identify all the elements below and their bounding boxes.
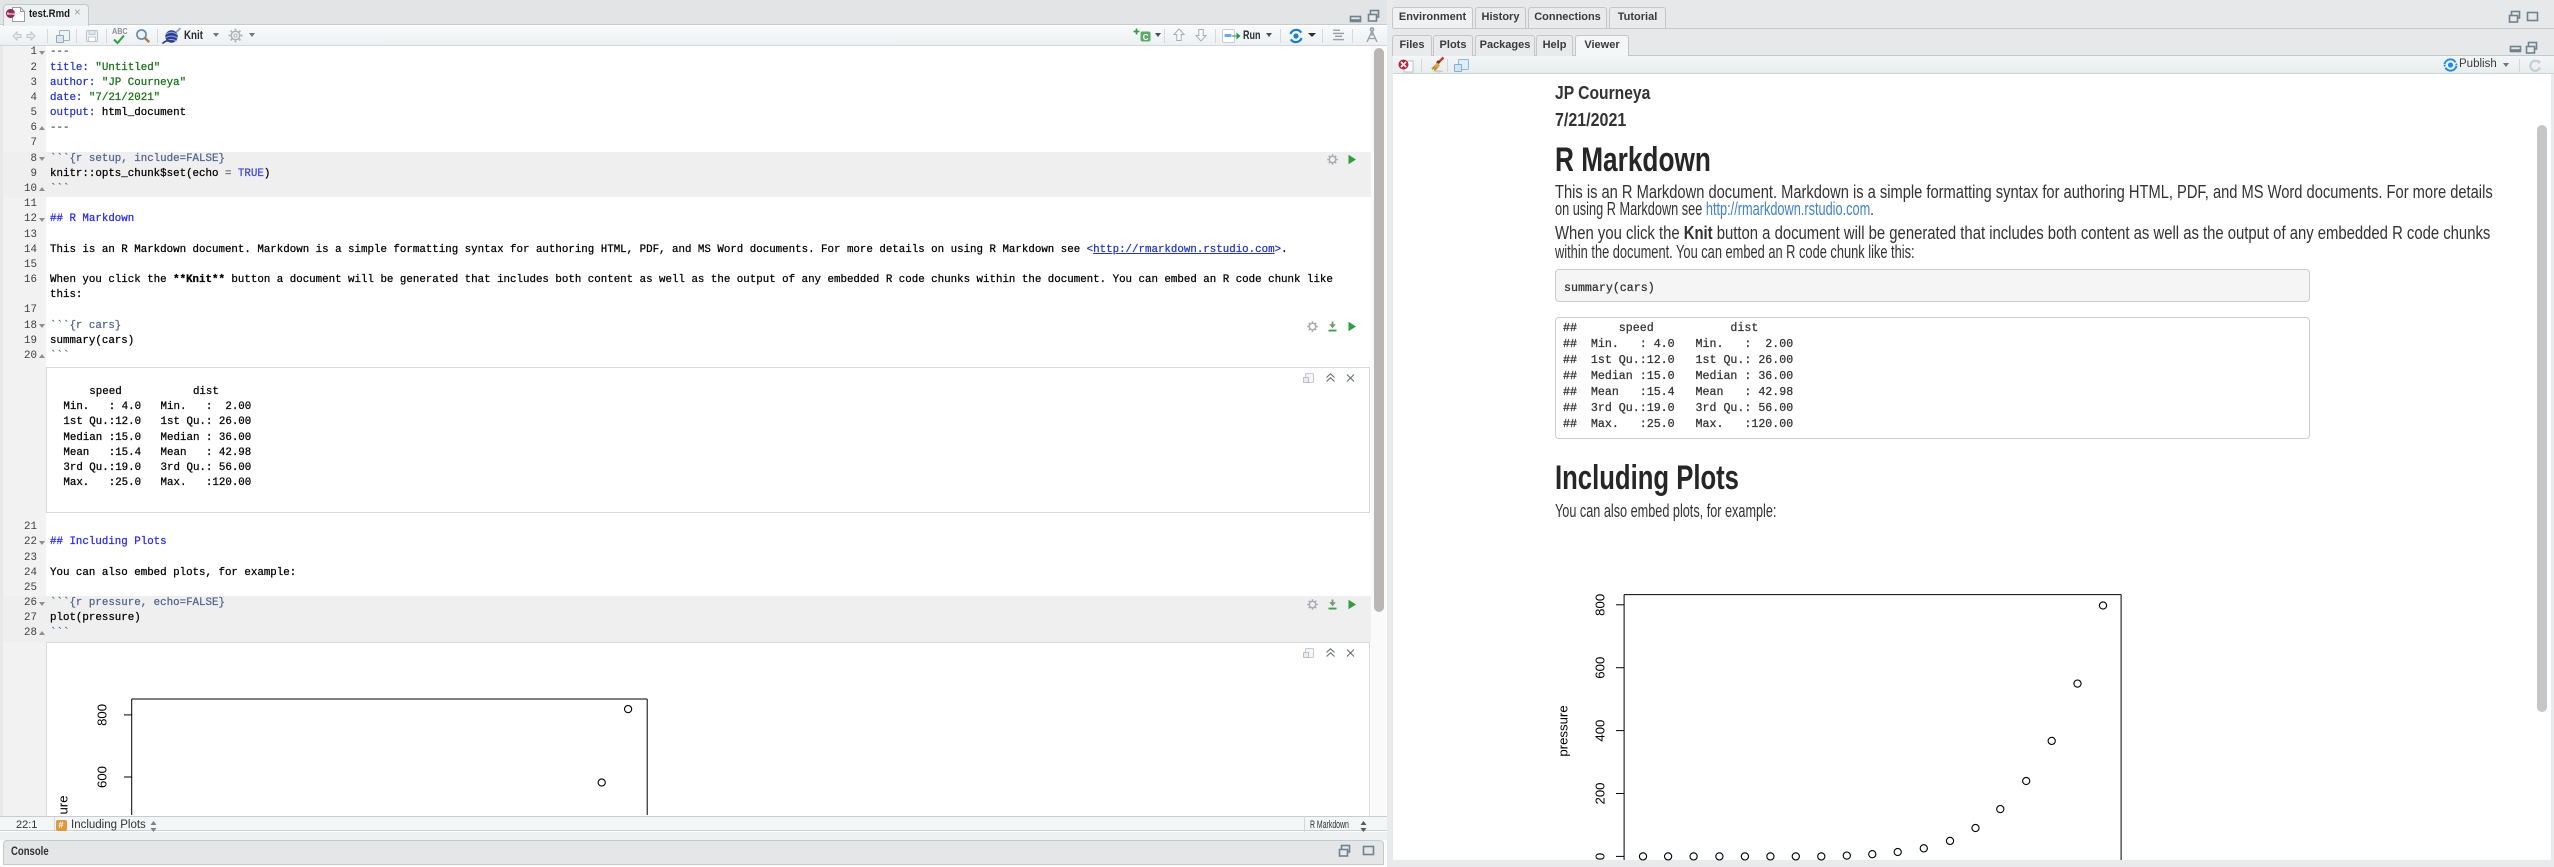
svg-text:pressure: pressure <box>1555 705 1570 756</box>
svg-text:0: 0 <box>1592 853 1607 860</box>
svg-text:200: 200 <box>1592 782 1607 804</box>
svg-text:800: 800 <box>1592 594 1607 616</box>
svg-text:600: 600 <box>1592 657 1607 679</box>
svg-text:400: 400 <box>1592 720 1607 742</box>
